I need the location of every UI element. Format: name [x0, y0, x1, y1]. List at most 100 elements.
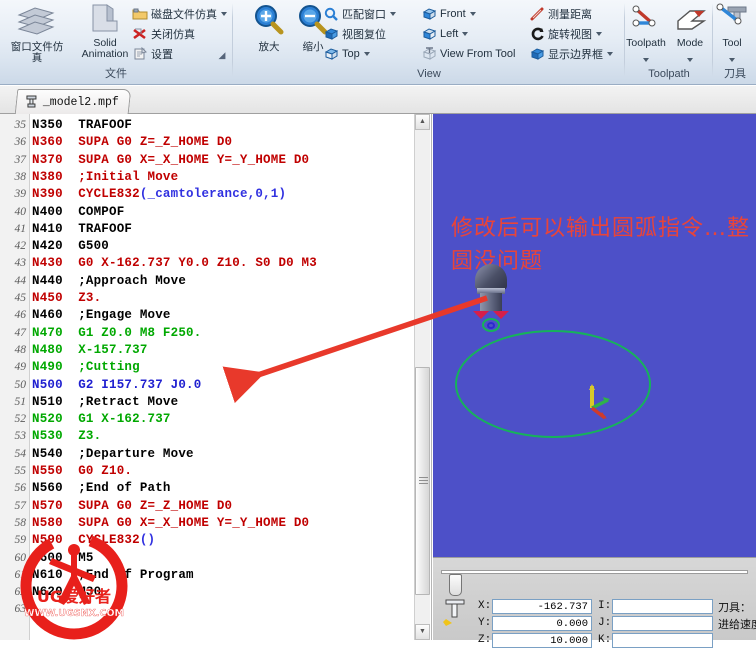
- coord-row-j: J:: [598, 615, 713, 631]
- simulation-viewport[interactable]: 修改后可以输出圆弧指令…整圆没问题: [433, 114, 756, 557]
- chevron-down-icon[interactable]: [221, 11, 227, 16]
- coord-j-field[interactable]: [612, 615, 713, 631]
- chevron-down-icon[interactable]: [390, 11, 396, 16]
- line-number: 46: [14, 309, 27, 322]
- view-front-button[interactable]: Front: [422, 4, 476, 23]
- toolpath-button[interactable]: Toolpath: [624, 3, 668, 67]
- slider-thumb[interactable]: [449, 574, 462, 596]
- code-line[interactable]: N560 ;End of Path: [32, 480, 171, 497]
- disk-file-simulate-button[interactable]: 磁盘文件仿真: [132, 4, 227, 23]
- coord-k-field[interactable]: [612, 632, 713, 648]
- code-line[interactable]: N510 ;Retract Move: [32, 394, 178, 411]
- scroll-up-button[interactable]: ▲: [415, 114, 430, 130]
- code-line[interactable]: N600 M5: [32, 550, 94, 567]
- code-line[interactable]: N580 SUPA G0 X=_X_HOME Y=_Y_HOME D0: [32, 515, 309, 532]
- close-simulation-button[interactable]: 关闭仿真: [132, 24, 195, 43]
- code-token: N380 ;Initial Move: [32, 169, 179, 184]
- tab-model2-mpf[interactable]: _model2.mpf: [14, 89, 132, 114]
- code-line[interactable]: N410 TRAFOOF: [32, 221, 132, 238]
- fit-window-label: 匹配窗口: [342, 8, 386, 21]
- line-number: 39: [14, 188, 27, 201]
- settings-button[interactable]: 设置: [132, 44, 173, 63]
- chevron-down-icon[interactable]: [596, 31, 602, 36]
- code-line[interactable]: N540 ;Departure Move: [32, 446, 194, 463]
- coord-y-field[interactable]: 0.000: [492, 615, 592, 631]
- tab-label: _model2.mpf: [42, 95, 119, 109]
- code-token: N540 ;Departure Move: [32, 446, 194, 461]
- line-number: 59: [14, 534, 27, 547]
- editor-vertical-scrollbar[interactable]: ▲ ▼: [414, 114, 430, 640]
- code-line[interactable]: N610 ;End of Program: [32, 567, 194, 584]
- code-line[interactable]: N380 ;Initial Move: [32, 169, 178, 186]
- line-number: 42: [14, 240, 27, 253]
- scrollbar-thumb[interactable]: [415, 367, 430, 595]
- code-line[interactable]: N550 G0 Z10.: [32, 463, 132, 480]
- show-bounding-box-button[interactable]: 显示边界框: [530, 44, 613, 63]
- chevron-down-icon[interactable]: [607, 51, 613, 56]
- code-token: N570 SUPA G0 Z=_Z_HOME D0: [32, 498, 233, 513]
- code-line[interactable]: N450 Z3.: [32, 290, 101, 307]
- view-from-tool-label: View From Tool: [440, 47, 516, 60]
- coord-x-field[interactable]: -162.737: [492, 598, 592, 614]
- solid-animation-button[interactable]: Solid Animation: [74, 3, 136, 60]
- scrollbar-grip-icon: [419, 477, 428, 485]
- code-line[interactable]: N460 ;Engage Move: [32, 307, 171, 324]
- code-token: N590 CYCLE832: [32, 533, 140, 548]
- window-file-simulate-button[interactable]: 窗口文件仿真: [6, 3, 68, 64]
- code-token: N560 ;End of Path: [32, 481, 171, 496]
- line-number: 37: [14, 153, 27, 166]
- code-line[interactable]: N570 SUPA G0 Z=_Z_HOME D0: [32, 498, 232, 515]
- simulation-progress-slider[interactable]: [441, 570, 748, 596]
- code-line[interactable]: N500 G2 I157.737 J0.0: [32, 377, 201, 394]
- tool-status-label: 刀具：: [718, 601, 751, 614]
- file-group-dialog-launcher[interactable]: ◢: [216, 49, 228, 61]
- coord-row-x: X: -162.737: [478, 598, 592, 614]
- scroll-down-button[interactable]: ▼: [415, 624, 430, 640]
- rotate-view-button[interactable]: 旋转视图: [530, 24, 602, 43]
- editor-code-area[interactable]: N350 TRAFOOF N360 SUPA G0 Z=_Z_HOME D0 N37…: [32, 114, 404, 640]
- close-sim-icon: [133, 28, 146, 39]
- code-line[interactable]: N520 G1 X-162.737: [32, 411, 171, 428]
- code-line[interactable]: N390 CYCLE832(_camtolerance,0,1): [32, 186, 286, 203]
- chevron-down-icon[interactable]: [462, 31, 469, 36]
- code-line[interactable]: N400 COMPOF: [32, 204, 124, 221]
- code-line[interactable]: N430 G0 X-162.737 Y0.0 Z10. S0 D0 M3: [32, 255, 317, 272]
- chevron-down-icon[interactable]: [469, 11, 476, 16]
- code-line[interactable]: N530 Z3.: [32, 428, 101, 445]
- coord-i-field[interactable]: [612, 598, 713, 614]
- chevron-down-icon[interactable]: [363, 51, 370, 56]
- fit-window-button[interactable]: 匹配窗口: [324, 4, 396, 23]
- line-number: 55: [14, 465, 27, 477]
- view-front-icon: [422, 7, 437, 20]
- view-top-button[interactable]: Top: [324, 44, 370, 63]
- disk-file-simulate-label: 磁盘文件仿真: [151, 8, 217, 21]
- chevron-down-icon[interactable]: [729, 58, 735, 62]
- chevron-down-icon[interactable]: [643, 58, 649, 62]
- code-token: N490 ;Cutting: [32, 360, 140, 375]
- code-token: N530 Z3.: [32, 429, 102, 444]
- code-line[interactable]: N490 ;Cutting: [32, 359, 140, 376]
- tool-button[interactable]: Tool: [710, 3, 754, 67]
- coord-z-field[interactable]: 10.000: [492, 632, 592, 648]
- tool-icon: [716, 3, 747, 25]
- code-line[interactable]: N420 G500: [32, 238, 109, 255]
- code-line[interactable]: N370 SUPA G0 X=_X_HOME Y=_Y_HOME D0: [32, 152, 309, 169]
- view-left-button[interactable]: Left: [422, 24, 469, 43]
- code-token: N410 TRAFOOF: [32, 221, 133, 236]
- code-line[interactable]: N620 M30: [32, 584, 101, 601]
- code-line[interactable]: N590 CYCLE832(): [32, 532, 155, 549]
- view-reset-button[interactable]: 视图复位: [324, 24, 386, 43]
- ribbon-group-tool-label: 刀具: [724, 68, 746, 80]
- view-from-tool-button[interactable]: View From Tool: [422, 44, 515, 63]
- code-line[interactable]: N360 SUPA G0 Z=_Z_HOME D0: [32, 134, 232, 151]
- gcode-editor[interactable]: 35 36 37 38 39 40 41 42 43 44 45 46 47 48 49 50 51 52 53 54…: [0, 114, 432, 640]
- code-line[interactable]: N470 G1 Z0.0 M8 F250.: [32, 325, 201, 342]
- measure-distance-button[interactable]: 测量距离: [530, 4, 592, 23]
- code-line[interactable]: N440 ;Approach Move: [32, 273, 186, 290]
- view-left-icon: [422, 27, 437, 40]
- code-line[interactable]: N350 TRAFOOF: [32, 117, 132, 134]
- code-token: N440 ;Approach Move: [32, 273, 187, 288]
- chevron-down-icon[interactable]: [687, 58, 693, 62]
- mode-button[interactable]: Mode: [668, 3, 712, 67]
- code-line[interactable]: N480 X-157.737: [32, 342, 148, 359]
